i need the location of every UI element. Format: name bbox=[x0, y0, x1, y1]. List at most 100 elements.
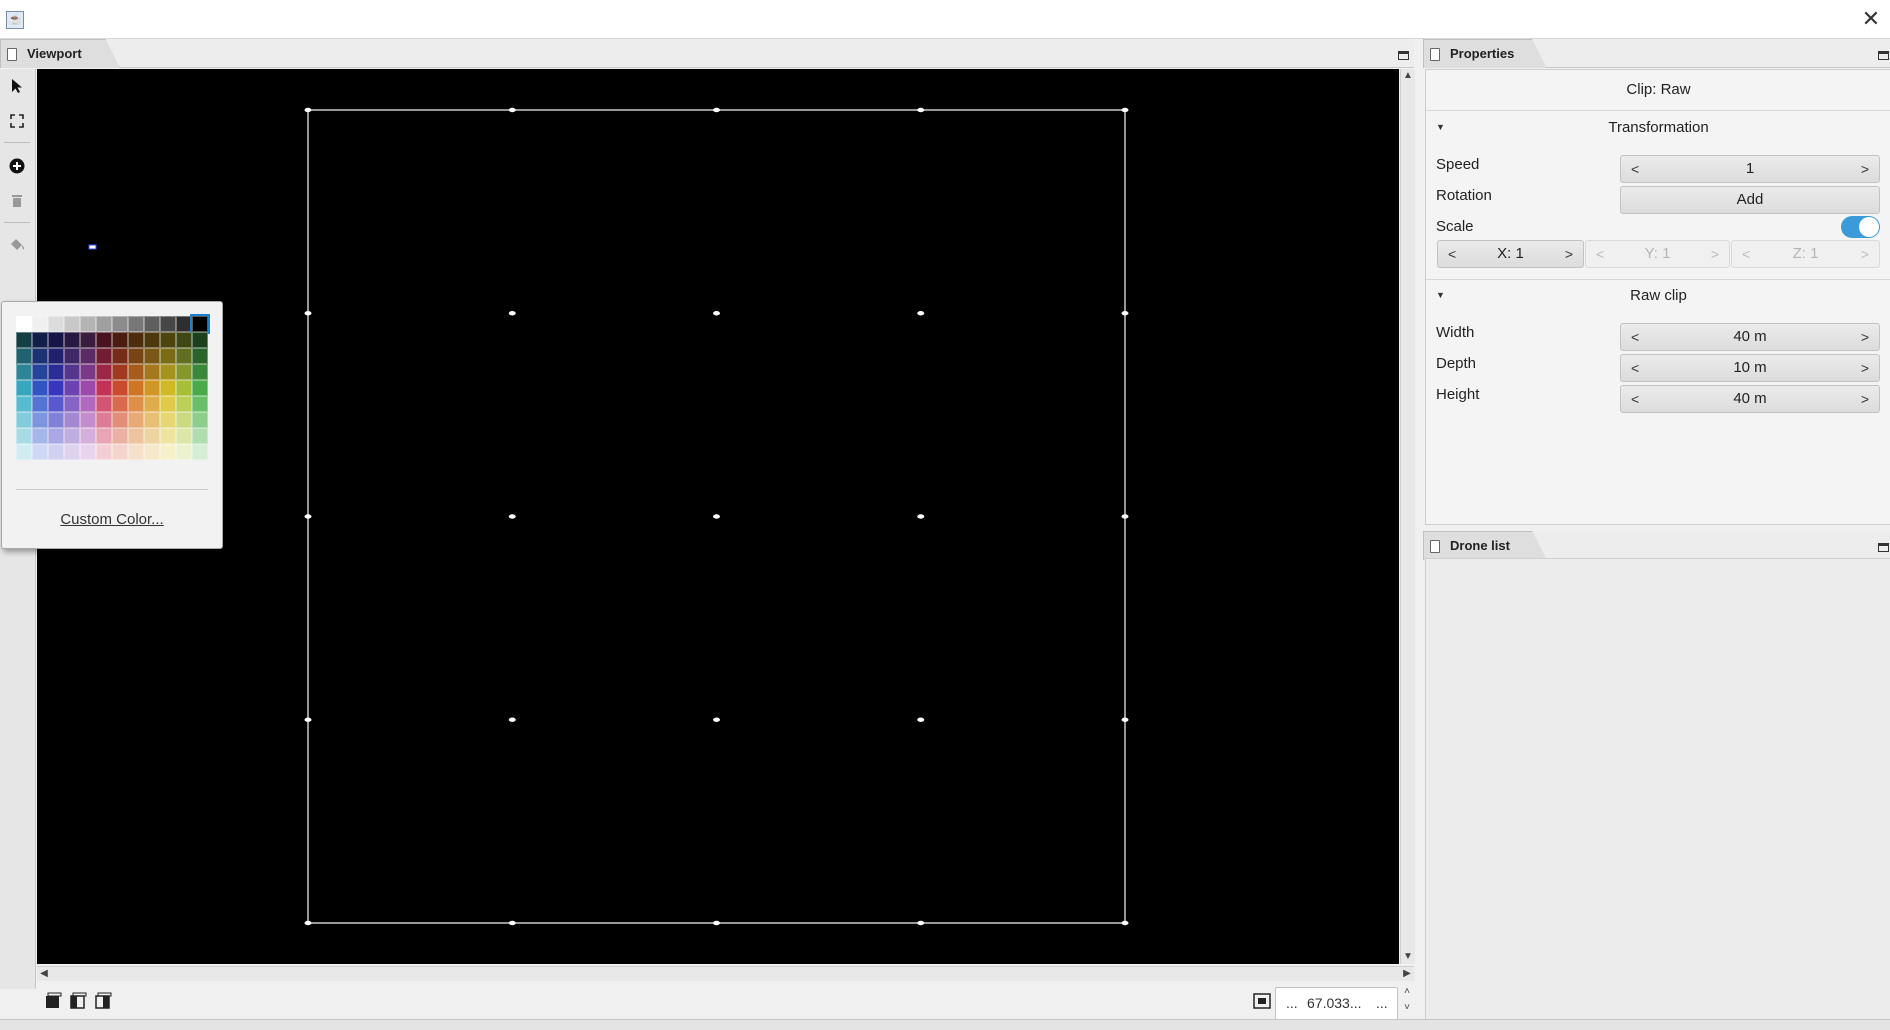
tab-viewport[interactable]: Viewport bbox=[0, 39, 120, 68]
color-swatch[interactable] bbox=[96, 332, 112, 348]
color-swatch[interactable] bbox=[160, 316, 176, 332]
fit-view-button[interactable] bbox=[3, 107, 31, 135]
color-swatch[interactable] bbox=[16, 412, 32, 428]
maximize-viewport-icon[interactable] bbox=[1398, 51, 1409, 60]
color-swatch[interactable] bbox=[112, 364, 128, 380]
color-swatch[interactable] bbox=[96, 364, 112, 380]
color-swatch[interactable] bbox=[96, 444, 112, 460]
zoom-up-arrow-icon[interactable]: ˄ bbox=[1400, 985, 1414, 1001]
select-tool-button[interactable] bbox=[3, 72, 31, 100]
color-swatch[interactable] bbox=[48, 412, 64, 428]
color-swatch[interactable] bbox=[96, 316, 112, 332]
color-swatch[interactable] bbox=[96, 396, 112, 412]
color-swatch[interactable] bbox=[160, 428, 176, 444]
drone-marker[interactable] bbox=[917, 920, 925, 926]
drone-marker[interactable] bbox=[1121, 107, 1129, 113]
color-swatch[interactable] bbox=[176, 444, 192, 460]
scale-x-spinner[interactable]: < X: 1 > bbox=[1437, 240, 1584, 268]
color-swatch[interactable] bbox=[64, 332, 80, 348]
tab-properties[interactable]: Properties bbox=[1423, 39, 1547, 68]
color-swatch[interactable] bbox=[160, 364, 176, 380]
color-swatch[interactable] bbox=[144, 348, 160, 364]
color-swatch[interactable] bbox=[192, 396, 208, 412]
color-swatch[interactable] bbox=[112, 332, 128, 348]
color-swatch[interactable] bbox=[144, 364, 160, 380]
color-swatch[interactable] bbox=[128, 444, 144, 460]
color-swatch[interactable] bbox=[80, 412, 96, 428]
drone-marker[interactable] bbox=[713, 514, 720, 519]
color-swatch[interactable] bbox=[32, 444, 48, 460]
color-swatch[interactable] bbox=[64, 412, 80, 428]
color-swatch[interactable] bbox=[190, 314, 210, 334]
drone-marker[interactable] bbox=[713, 920, 720, 926]
color-swatch[interactable] bbox=[160, 412, 176, 428]
drone-marker[interactable] bbox=[304, 107, 312, 113]
color-swatch[interactable] bbox=[128, 316, 144, 332]
drone-marker[interactable] bbox=[508, 514, 516, 519]
viewport-canvas[interactable] bbox=[37, 69, 1399, 964]
drone-marker[interactable] bbox=[917, 717, 925, 722]
color-swatch[interactable] bbox=[16, 364, 32, 380]
color-swatch[interactable] bbox=[32, 332, 48, 348]
color-swatch[interactable] bbox=[112, 380, 128, 396]
tab-drone-list[interactable]: Drone list bbox=[1423, 531, 1547, 560]
color-swatch[interactable] bbox=[176, 348, 192, 364]
drone-marker[interactable] bbox=[304, 920, 312, 926]
width-spinner[interactable]: < 40 m > bbox=[1620, 323, 1880, 351]
color-swatch[interactable] bbox=[176, 412, 192, 428]
color-swatch[interactable] bbox=[64, 364, 80, 380]
color-swatch[interactable] bbox=[176, 380, 192, 396]
drone-marker[interactable] bbox=[1121, 920, 1129, 926]
color-swatch[interactable] bbox=[80, 348, 96, 364]
color-swatch[interactable] bbox=[160, 444, 176, 460]
zoom-spinner[interactable]: ˄ ˅ bbox=[1400, 985, 1414, 1019]
scroll-up-arrow-icon[interactable]: ▲ bbox=[1401, 69, 1415, 83]
color-swatch[interactable] bbox=[112, 316, 128, 332]
color-swatch[interactable] bbox=[192, 428, 208, 444]
color-swatch[interactable] bbox=[32, 396, 48, 412]
drone-marker[interactable] bbox=[304, 717, 312, 722]
color-swatch[interactable] bbox=[192, 412, 208, 428]
drone-marker[interactable] bbox=[508, 107, 516, 113]
color-swatch[interactable] bbox=[112, 412, 128, 428]
scroll-left-arrow-icon[interactable]: ◀ bbox=[37, 967, 51, 981]
drone-marker[interactable] bbox=[713, 717, 720, 722]
drone-marker[interactable] bbox=[508, 311, 516, 316]
color-swatch[interactable] bbox=[96, 412, 112, 428]
color-swatch[interactable] bbox=[48, 364, 64, 380]
color-swatch[interactable] bbox=[144, 396, 160, 412]
color-swatch[interactable] bbox=[64, 316, 80, 332]
color-swatch[interactable] bbox=[32, 348, 48, 364]
color-swatch[interactable] bbox=[176, 316, 192, 332]
zoom-level-field[interactable]: ... 67.033... ... bbox=[1275, 987, 1398, 1020]
color-swatch[interactable] bbox=[32, 380, 48, 396]
color-swatch[interactable] bbox=[112, 348, 128, 364]
drone-marker[interactable] bbox=[1121, 514, 1129, 519]
layout-single-icon[interactable] bbox=[44, 992, 62, 1010]
viewport-horizontal-scrollbar[interactable]: ◀ ▶ bbox=[37, 966, 1414, 981]
color-swatch[interactable] bbox=[80, 316, 96, 332]
drone-marker[interactable] bbox=[917, 514, 925, 519]
close-window-button[interactable]: ✕ bbox=[1857, 6, 1885, 32]
color-swatch[interactable] bbox=[80, 332, 96, 348]
color-swatch[interactable] bbox=[192, 380, 208, 396]
color-swatch[interactable] bbox=[128, 348, 144, 364]
color-swatch[interactable] bbox=[176, 396, 192, 412]
drone-marker[interactable] bbox=[1121, 717, 1129, 722]
color-swatch[interactable] bbox=[96, 428, 112, 444]
color-swatch[interactable] bbox=[128, 396, 144, 412]
color-swatch[interactable] bbox=[128, 332, 144, 348]
color-swatch[interactable] bbox=[96, 380, 112, 396]
drone-marker[interactable] bbox=[508, 920, 516, 926]
color-swatch[interactable] bbox=[48, 380, 64, 396]
color-swatch[interactable] bbox=[160, 332, 176, 348]
viewport-vertical-scrollbar[interactable]: ▲ ▼ bbox=[1400, 69, 1415, 964]
color-swatch[interactable] bbox=[32, 412, 48, 428]
layout-quad-icon[interactable] bbox=[94, 992, 112, 1010]
color-swatch[interactable] bbox=[64, 396, 80, 412]
custom-color-link[interactable]: Custom Color... bbox=[2, 511, 222, 528]
color-swatch[interactable] bbox=[64, 348, 80, 364]
transformation-header[interactable]: Transformation bbox=[1426, 119, 1890, 136]
color-swatch[interactable] bbox=[128, 364, 144, 380]
color-swatch[interactable] bbox=[128, 428, 144, 444]
